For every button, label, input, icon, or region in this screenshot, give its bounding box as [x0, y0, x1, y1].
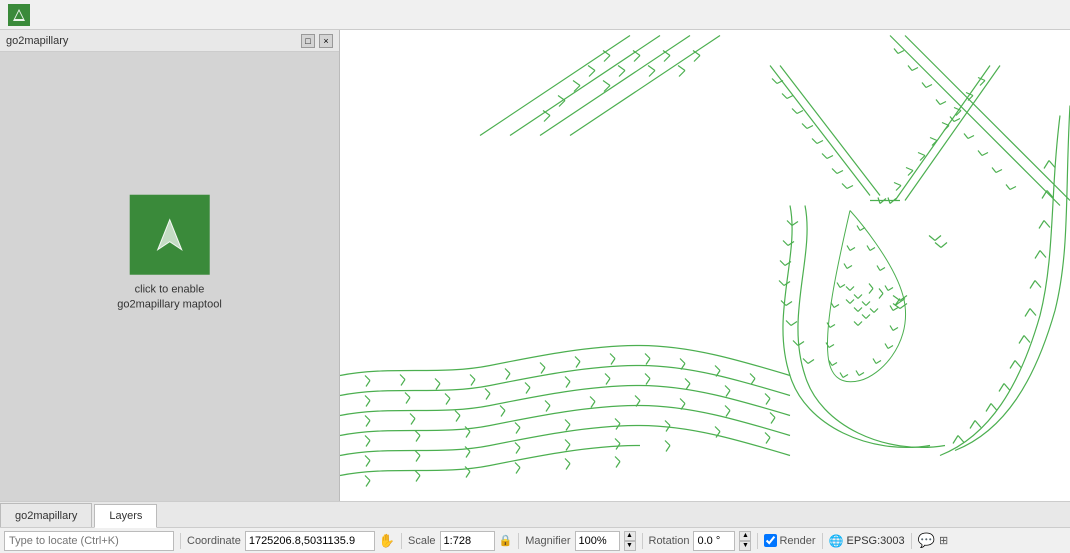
- map-svg: [340, 30, 1070, 501]
- pan-icon[interactable]: ✋: [379, 533, 395, 549]
- maptool-description: click to enable go2mapillary maptool: [117, 282, 222, 313]
- render-checkbox[interactable]: [764, 534, 777, 547]
- app-icon: [8, 4, 30, 26]
- coordinate-input[interactable]: [245, 531, 375, 551]
- titlebar: [0, 0, 1070, 30]
- statusbar: Coordinate ✋ Scale 🔒 Magnifier ▲ ▼ Rotat…: [0, 527, 1070, 553]
- separator-4: [642, 533, 643, 549]
- rotation-up-button[interactable]: ▲: [739, 531, 751, 541]
- tab-go2mapillary[interactable]: go2mapillary: [0, 503, 92, 527]
- panel-titlebar: go2mapillary □ ×: [0, 30, 339, 52]
- map-canvas[interactable]: [340, 30, 1070, 501]
- panel-title: go2mapillary: [6, 35, 68, 47]
- magnifier-up-button[interactable]: ▲: [624, 531, 636, 541]
- separator-6: [822, 533, 823, 549]
- separator-2: [401, 533, 402, 549]
- left-panel: go2mapillary □ × click to enable go2mapi…: [0, 30, 340, 501]
- separator-3: [518, 533, 519, 549]
- expand-icon[interactable]: ⊞: [939, 534, 948, 547]
- render-checkbox-area[interactable]: Render: [764, 534, 815, 547]
- messages-icon[interactable]: 💬: [918, 532, 935, 549]
- coordinate-label: Coordinate: [187, 535, 241, 547]
- main-layout: go2mapillary □ × click to enable go2mapi…: [0, 30, 1070, 553]
- separator-5: [757, 533, 758, 549]
- rotation-input[interactable]: [693, 531, 735, 551]
- separator-7: [911, 533, 912, 549]
- render-label: Render: [779, 535, 815, 547]
- panel-buttons: □ ×: [301, 34, 333, 48]
- epsg-area[interactable]: 🌐 EPSG:3003: [829, 534, 905, 548]
- magnifier-input[interactable]: [575, 531, 620, 551]
- globe-icon: 🌐: [829, 534, 844, 548]
- maptool-widget: click to enable go2mapillary maptool: [117, 194, 222, 313]
- bottom-tabs-bar: go2mapillary Layers: [0, 501, 1070, 527]
- scale-label: Scale: [408, 535, 436, 547]
- epsg-label: EPSG:3003: [847, 535, 905, 547]
- rotation-down-button[interactable]: ▼: [739, 541, 751, 551]
- tab-layers[interactable]: Layers: [94, 504, 157, 528]
- magnifier-label: Magnifier: [525, 535, 570, 547]
- lock-icon[interactable]: 🔒: [499, 534, 513, 547]
- rotation-label: Rotation: [649, 535, 690, 547]
- scale-input[interactable]: [440, 531, 495, 551]
- search-input[interactable]: [4, 531, 174, 551]
- panel-close-button[interactable]: ×: [319, 34, 333, 48]
- magnifier-down-button[interactable]: ▼: [624, 541, 636, 551]
- separator-1: [180, 533, 181, 549]
- content-area: go2mapillary □ × click to enable go2mapi…: [0, 30, 1070, 501]
- rotation-spinner[interactable]: ▲ ▼: [739, 531, 751, 551]
- panel-restore-button[interactable]: □: [301, 34, 315, 48]
- magnifier-spinner[interactable]: ▲ ▼: [624, 531, 636, 551]
- maptool-enable-button[interactable]: [130, 194, 210, 274]
